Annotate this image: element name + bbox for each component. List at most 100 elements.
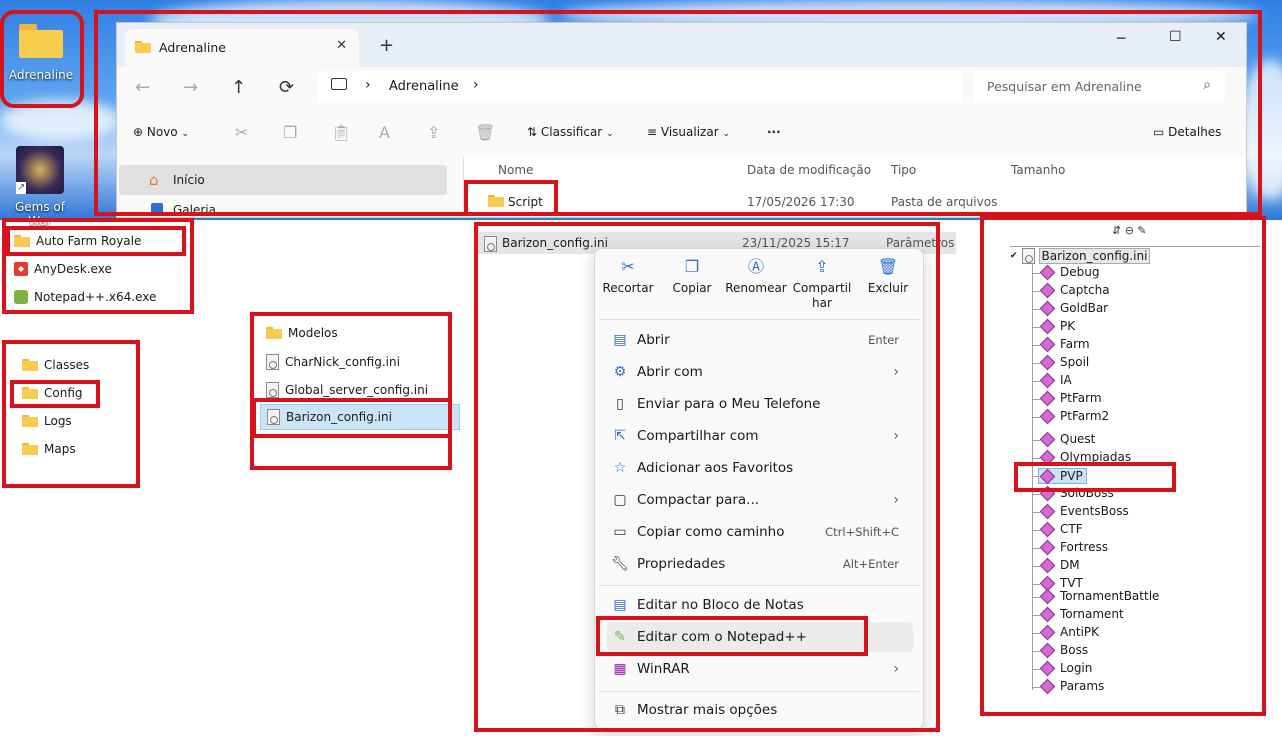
tree-node-label: Spoil — [1060, 355, 1090, 369]
column-name[interactable]: Nome — [498, 163, 533, 177]
menu-item-propriedades[interactable]: 🔧︎ Propriedades Alt+Enter — [607, 549, 913, 579]
more-button[interactable]: ··· — [767, 125, 781, 139]
file-list: Nome Data de modificação Tipo Tamanho Sc… — [464, 157, 1246, 217]
tree-node-olympiadas[interactable]: Olympiadas — [1039, 449, 1131, 465]
address-bar[interactable]: › Adrenaline › — [317, 71, 963, 103]
list-item-auto-farm-royale[interactable]: Auto Farm Royale — [14, 234, 141, 248]
list-item-config[interactable]: Config — [22, 386, 83, 400]
menu-item-enviar-telefone[interactable]: ▯ Enviar para o Meu Telefone — [607, 389, 913, 419]
tree-node-ia[interactable]: IA — [1039, 372, 1072, 388]
file-name: Script — [508, 195, 543, 209]
list-item-maps[interactable]: Maps — [22, 442, 76, 456]
chevron-down-icon: ⌄ — [722, 129, 731, 139]
tree-node-ptfarm[interactable]: PtFarm — [1039, 390, 1102, 406]
list-item-classes[interactable]: Classes — [22, 358, 89, 372]
column-size[interactable]: Tamanho — [1011, 163, 1065, 177]
tree-node-params[interactable]: Params — [1039, 678, 1104, 694]
table-row[interactable]: Script 17/05/2026 17:30 Pasta de arquivo… — [464, 191, 1224, 213]
menu-item-compactar[interactable]: ▢ Compactar para... › — [607, 485, 913, 515]
tree-toolbar[interactable]: ⇵ ⊖ ✎ — [1112, 224, 1147, 237]
details-button[interactable]: ▭ Detalhes — [1153, 125, 1221, 139]
breadcrumb-adrenaline[interactable]: Adrenaline — [389, 79, 459, 94]
refresh-button[interactable]: ⟳ — [279, 77, 294, 98]
list-item-global-server-config[interactable]: Global_server_config.ini — [266, 382, 428, 398]
paste-icon[interactable]: 📋︎ — [331, 123, 351, 142]
delete-button[interactable]: 🗑︎ Excluir — [857, 259, 919, 296]
rename-button[interactable]: Ⓐ Renomear — [725, 259, 787, 296]
maximize-button[interactable]: ☐ — [1169, 29, 1182, 45]
menu-item-bloco-notas[interactable]: ▤ Editar no Bloco de Notas — [607, 590, 913, 620]
list-item-barizon-config[interactable]: Barizon_config.ini — [260, 404, 460, 430]
tree-node-debug[interactable]: Debug — [1039, 264, 1099, 280]
menu-item-copiar-caminho[interactable]: ▭ Copiar como caminho Ctrl+Shift+C — [607, 517, 913, 547]
copy-icon[interactable]: ❐ — [283, 123, 297, 142]
column-date[interactable]: Data de modificação — [747, 163, 871, 177]
action-label: har — [812, 296, 832, 310]
tree-root[interactable]: ✔ Barizon_config.ini — [1010, 248, 1151, 264]
forward-button[interactable]: → — [183, 77, 198, 98]
share-with-icon: ⇱ — [614, 428, 626, 444]
list-item-notepadpp[interactable]: Notepad++.x64.exe — [14, 290, 156, 304]
close-tab-icon[interactable]: ✕ — [336, 38, 347, 53]
close-window-button[interactable]: ✕ — [1215, 29, 1227, 45]
list-item-logs[interactable]: Logs — [22, 414, 72, 428]
list-item-modelos[interactable]: Modelos — [266, 326, 338, 340]
menu-item-compartilhar-com[interactable]: ⇱ Compartilhar com › — [607, 421, 913, 451]
tree-node-pk[interactable]: PK — [1039, 318, 1075, 334]
view-button[interactable]: ≡ Visualizar ⌄ — [647, 125, 730, 139]
menu-item-abrir-com[interactable]: ⚙ Abrir com › — [607, 357, 913, 387]
menu-item-mais-opcoes[interactable]: ⧉ Mostrar mais opções — [607, 695, 913, 725]
tree-node-goldbar[interactable]: GoldBar — [1039, 300, 1108, 316]
tree-node-ptfarm2[interactable]: PtFarm2 — [1039, 408, 1109, 424]
minimize-button[interactable]: ─ — [1117, 31, 1125, 47]
chevron-down-icon: ⌄ — [606, 129, 614, 139]
cut-button[interactable]: ✂ Recortar — [597, 259, 659, 296]
tree-node-captcha[interactable]: Captcha — [1039, 282, 1110, 298]
up-button[interactable]: ↑ — [231, 77, 246, 98]
tree-connector — [1032, 530, 1040, 531]
view-icon: ≡ — [647, 125, 658, 139]
tree-node-login[interactable]: Login — [1039, 660, 1092, 676]
rename-icon[interactable]: A — [379, 123, 390, 142]
list-item-charnick-config[interactable]: CharNick_config.ini — [266, 354, 400, 370]
new-button[interactable]: ⊕ Novo ⌄ — [133, 125, 189, 139]
new-tab-button[interactable]: + — [379, 35, 394, 56]
tree-node-spoil[interactable]: Spoil — [1039, 354, 1090, 370]
list-item-anydesk[interactable]: ◆ AnyDesk.exe — [14, 262, 112, 276]
desktop-icon-gems-of-war[interactable]: ↗ Gems of War — [2, 146, 78, 228]
tree-node-eventsboss[interactable]: EventsBoss — [1039, 503, 1129, 519]
action-label: Compartil — [792, 281, 852, 295]
desktop-icon-adrenaline[interactable]: Adrenaline — [6, 24, 76, 82]
tree-node-tornament[interactable]: Tornament — [1039, 606, 1124, 622]
search-input[interactable]: Pesquisar em Adrenaline — [987, 79, 1142, 94]
share-icon[interactable]: ⇪ — [427, 123, 440, 142]
back-button[interactable]: ← — [135, 77, 150, 98]
node-gem-icon — [1039, 449, 1056, 465]
tree-node-antipk[interactable]: AntiPK — [1039, 624, 1099, 640]
cut-icon[interactable]: ✂ — [235, 123, 248, 142]
tree-node-tvt[interactable]: TVT — [1039, 575, 1083, 591]
sidebar-item-gallery[interactable]: Galeria — [119, 201, 447, 217]
menu-item-abrir[interactable]: ▤ Abrir Enter — [607, 325, 913, 355]
tree-node-soloboss[interactable]: SoloBoss — [1039, 485, 1114, 501]
tree-node-dm[interactable]: DM — [1039, 557, 1080, 573]
tree-node-quest[interactable]: Quest — [1039, 431, 1095, 447]
search-box[interactable]: Pesquisar em Adrenaline ⌕ — [973, 71, 1225, 103]
menu-item-notepadpp[interactable]: ✎ Editar com o Notepad++ — [607, 622, 913, 652]
tree-node-pvp[interactable]: PVP — [1038, 468, 1087, 484]
tree-node-ctf[interactable]: CTF — [1039, 521, 1083, 537]
tree-node-farm[interactable]: Farm — [1039, 336, 1090, 352]
tree-node-fortress[interactable]: Fortress — [1039, 539, 1108, 555]
delete-icon[interactable]: 🗑︎ — [475, 123, 495, 142]
menu-item-favoritos[interactable]: ☆ Adicionar aos Favoritos — [607, 453, 913, 483]
sort-button[interactable]: ⇅ Classificar ⌄ — [527, 125, 614, 139]
menu-item-winrar[interactable]: ▦ WinRAR › — [607, 654, 913, 684]
share-button[interactable]: ⇪ Compartil har — [791, 259, 853, 311]
new-label: Novo — [146, 125, 178, 139]
tab-adrenaline[interactable]: Adrenaline ✕ — [125, 29, 359, 67]
tree-node-tornamentbattle[interactable]: TornamentBattle — [1039, 588, 1159, 604]
column-type[interactable]: Tipo — [891, 163, 916, 177]
copy-button[interactable]: ❐ Copiar — [661, 259, 723, 296]
tree-node-boss[interactable]: Boss — [1039, 642, 1088, 658]
sidebar-item-home[interactable]: ⌂ Início — [119, 165, 447, 195]
